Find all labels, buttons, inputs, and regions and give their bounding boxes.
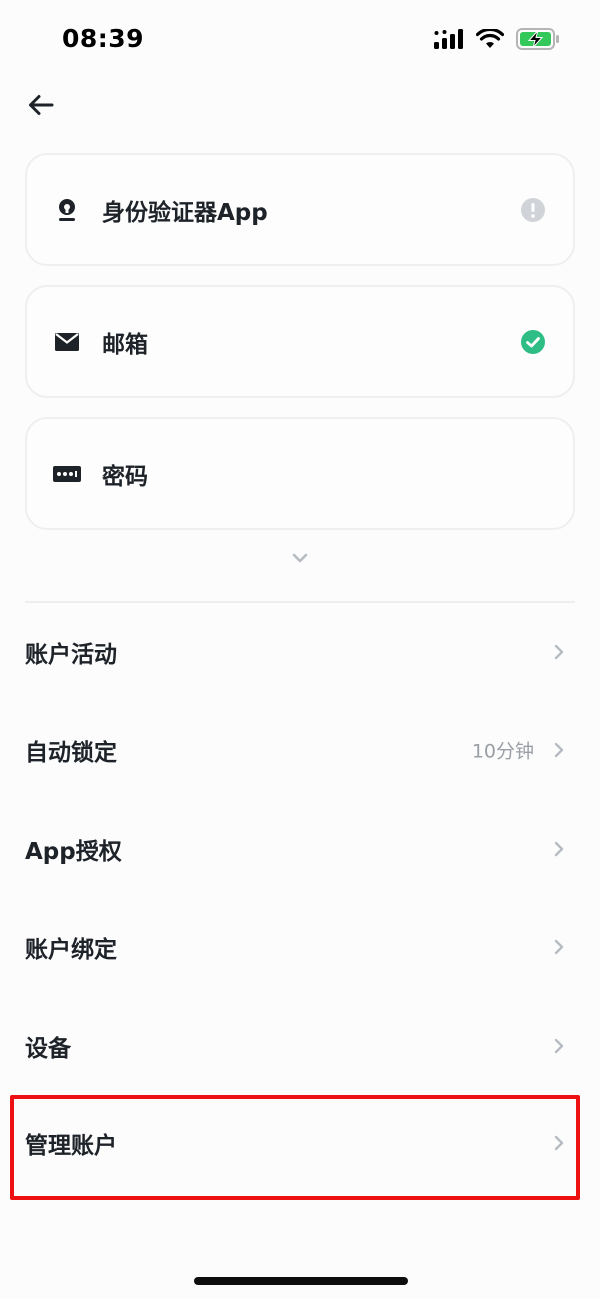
password-icon bbox=[53, 460, 81, 488]
chevron-right-icon bbox=[552, 938, 566, 956]
wifi-icon bbox=[475, 27, 505, 53]
card-label: 邮箱 bbox=[102, 331, 148, 358]
menu-row-devices[interactable]: 设备 bbox=[0, 1001, 600, 1091]
status-icons bbox=[434, 27, 560, 54]
menu-row-account-activity[interactable]: 账户活动 bbox=[0, 607, 600, 697]
status-time: 08:39 bbox=[62, 24, 145, 53]
chevron-right-icon bbox=[552, 1134, 566, 1152]
menu-row-label: App授权 bbox=[25, 839, 122, 865]
check-circle-icon bbox=[521, 329, 545, 354]
section-divider bbox=[25, 601, 575, 603]
menu-row-label: 管理账户 bbox=[25, 1133, 117, 1159]
chevron-down-icon[interactable] bbox=[290, 548, 310, 568]
password-card[interactable]: 密码 bbox=[25, 417, 575, 530]
authenticator-icon bbox=[53, 196, 81, 224]
warning-circle-icon bbox=[521, 197, 545, 222]
menu-row-account-binding[interactable]: 账户绑定 bbox=[0, 902, 600, 992]
battery-charging-icon bbox=[516, 28, 560, 54]
arrow-left-icon bbox=[28, 94, 54, 120]
card-label: 密码 bbox=[102, 463, 148, 490]
menu-row-manage-account[interactable]: 管理账户 bbox=[0, 1098, 600, 1188]
chevron-right-icon bbox=[552, 643, 566, 661]
home-indicator[interactable] bbox=[194, 1277, 408, 1285]
chevron-right-icon bbox=[552, 840, 566, 858]
back-button[interactable] bbox=[26, 92, 56, 122]
signal-bars-icon bbox=[434, 29, 464, 53]
menu-row-label: 自动锁定 bbox=[25, 740, 117, 766]
menu-row-label: 设备 bbox=[25, 1036, 71, 1062]
menu-row-label: 账户活动 bbox=[25, 642, 117, 668]
auto-lock-value: 10分钟 bbox=[471, 740, 534, 763]
card-label: 身份验证器App bbox=[102, 199, 268, 226]
menu-row-label: 账户绑定 bbox=[25, 937, 117, 963]
menu-row-app-authorization[interactable]: App授权 bbox=[0, 804, 600, 894]
mail-icon bbox=[53, 328, 81, 356]
status-bar: 08:39 bbox=[0, 0, 600, 80]
authenticator-app-card[interactable]: 身份验证器App bbox=[25, 153, 575, 266]
email-card[interactable]: 邮箱 bbox=[25, 285, 575, 398]
menu-row-auto-lock[interactable]: 自动锁定 10分钟 bbox=[0, 705, 600, 795]
chevron-right-icon bbox=[552, 1037, 566, 1055]
chevron-right-icon bbox=[552, 741, 566, 759]
